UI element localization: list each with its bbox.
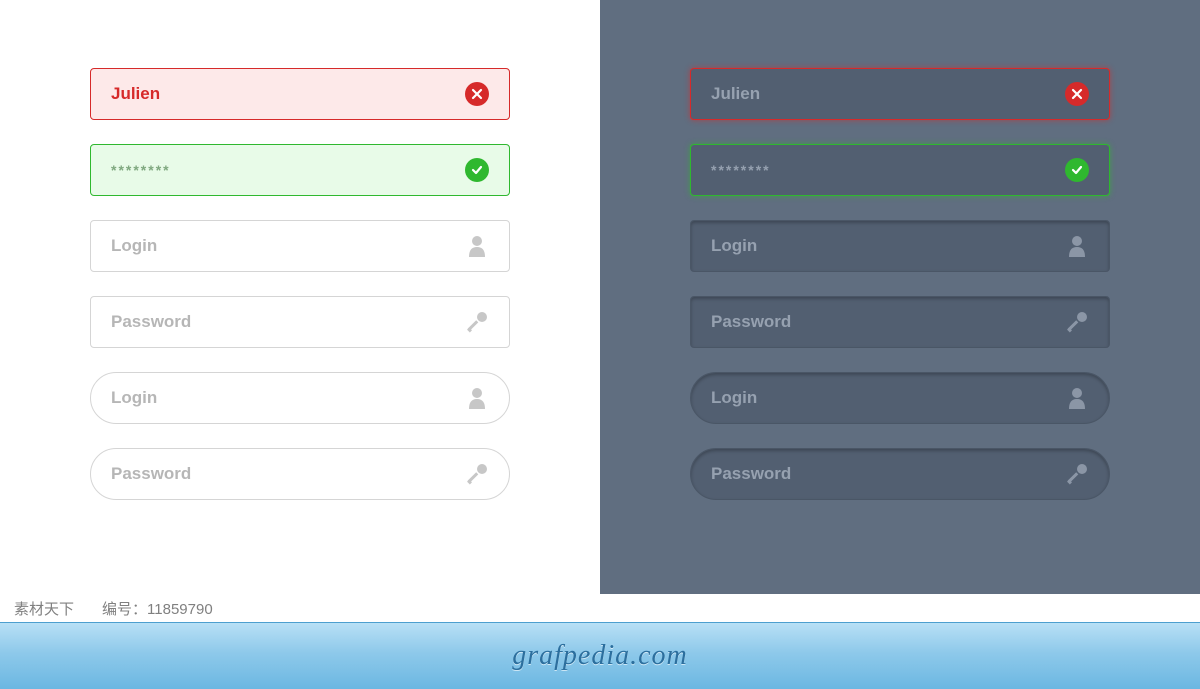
input-login-round[interactable]: Login xyxy=(90,372,510,424)
meta-id-value: 11859790 xyxy=(147,601,213,618)
input-login-rect[interactable]: Login xyxy=(690,220,1110,272)
footer-bar: grafpedia.com xyxy=(0,622,1200,689)
user-icon xyxy=(465,386,489,410)
input-value: ******** xyxy=(711,162,1065,178)
key-icon xyxy=(1065,310,1089,334)
meta-id-group: 编号：11859790 xyxy=(102,598,213,619)
input-login-rect[interactable]: Login xyxy=(90,220,510,272)
input-value: Julien xyxy=(111,84,465,104)
user-icon xyxy=(1065,386,1089,410)
input-placeholder: Login xyxy=(111,388,465,408)
input-placeholder: Password xyxy=(111,312,465,332)
input-username-error[interactable]: Julien xyxy=(690,68,1110,120)
x-icon xyxy=(465,82,489,106)
check-icon xyxy=(465,158,489,182)
panels-row: Julien ******** Login Password xyxy=(0,0,1200,622)
meta-id-label: 编号： xyxy=(102,601,147,618)
input-value: Julien xyxy=(711,84,1065,104)
user-icon xyxy=(465,234,489,258)
key-icon xyxy=(465,310,489,334)
input-password-round[interactable]: Password xyxy=(690,448,1110,500)
footer-brand: grafpedia.com xyxy=(512,640,688,672)
input-placeholder: Password xyxy=(111,464,465,484)
panel-light: Julien ******** Login Password xyxy=(0,0,600,622)
input-password-rect[interactable]: Password xyxy=(690,296,1110,348)
user-icon xyxy=(1065,234,1089,258)
meta-source-label: 素材天下 xyxy=(14,598,74,619)
input-placeholder: Login xyxy=(711,388,1065,408)
meta-row: 素材天下 编号：11859790 xyxy=(0,594,1200,622)
key-icon xyxy=(465,462,489,486)
input-username-error[interactable]: Julien xyxy=(90,68,510,120)
check-icon xyxy=(1065,158,1089,182)
input-value: ******** xyxy=(111,162,465,178)
input-placeholder: Login xyxy=(111,236,465,256)
key-icon xyxy=(1065,462,1089,486)
input-placeholder: Login xyxy=(711,236,1065,256)
input-password-success[interactable]: ******** xyxy=(690,144,1110,196)
app-root: Julien ******** Login Password xyxy=(0,0,1200,689)
input-password-round[interactable]: Password xyxy=(90,448,510,500)
x-icon xyxy=(1065,82,1089,106)
input-placeholder: Password xyxy=(711,464,1065,484)
input-placeholder: Password xyxy=(711,312,1065,332)
input-login-round[interactable]: Login xyxy=(690,372,1110,424)
panel-dark: Julien ******** Login Password xyxy=(600,0,1200,622)
input-password-success[interactable]: ******** xyxy=(90,144,510,196)
input-password-rect[interactable]: Password xyxy=(90,296,510,348)
